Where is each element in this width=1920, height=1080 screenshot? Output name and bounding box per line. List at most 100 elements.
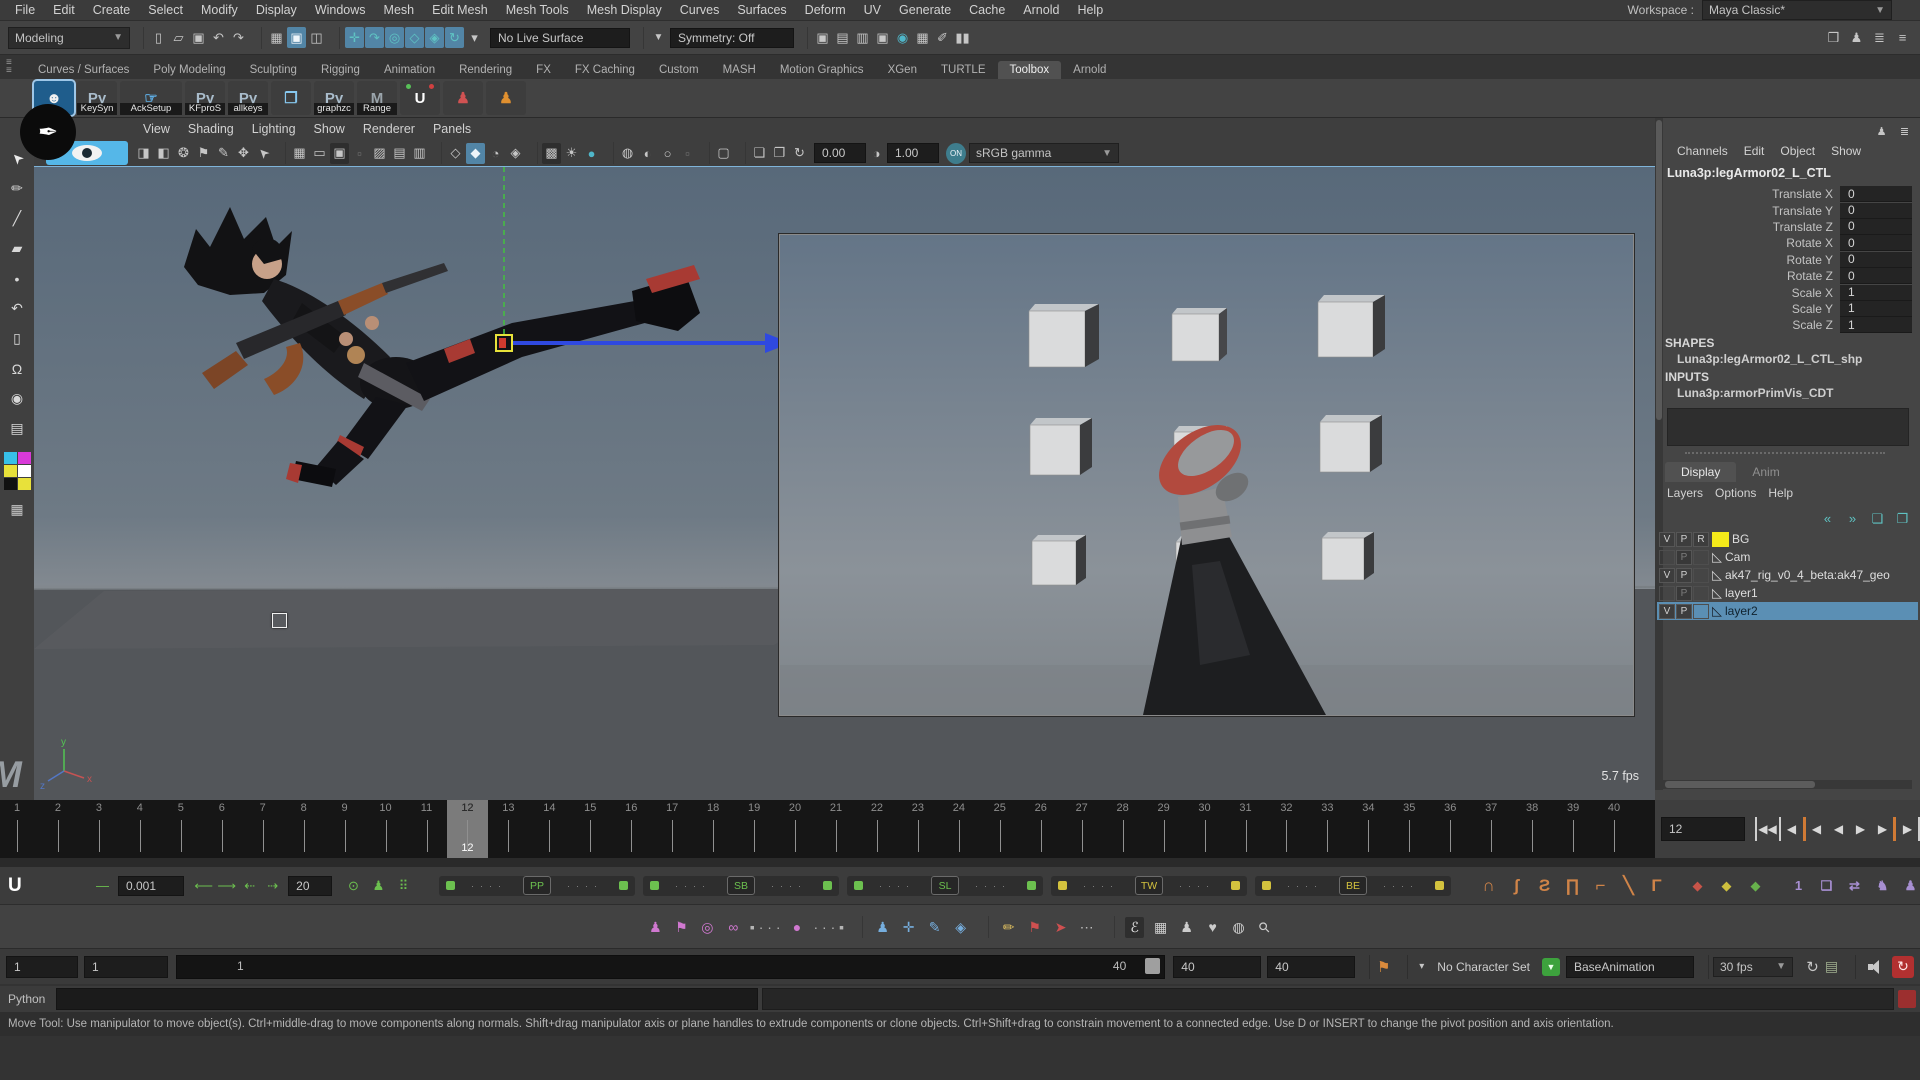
xray-icon[interactable]: ❏ <box>750 143 769 164</box>
camera-icon[interactable]: ◉ <box>8 388 27 409</box>
frame-number[interactable]: 31 <box>1231 802 1261 814</box>
pen-tool-overlay-icon[interactable]: ✒ <box>20 104 76 160</box>
panel-divider[interactable] <box>1685 452 1885 454</box>
frame-number[interactable]: 12 <box>452 802 482 814</box>
grid-dots-icon[interactable]: ⠿ <box>394 875 413 896</box>
list-icon[interactable]: ≣ <box>1895 121 1914 142</box>
pencil-yellow-icon[interactable]: ✏ <box>999 917 1018 938</box>
menu-item[interactable]: Surfaces <box>728 3 795 17</box>
frame-number[interactable]: 24 <box>944 802 974 814</box>
default-lighting-icon[interactable]: ☀ <box>562 143 581 164</box>
layer-name[interactable]: layer2 <box>1725 604 1758 618</box>
fps-dropdown[interactable]: 30 fps▼ <box>1713 957 1793 977</box>
shelf-tab[interactable]: MASH <box>711 61 768 79</box>
pose-library-icon[interactable]: ♟ <box>646 917 665 938</box>
mirror-pose-icon[interactable]: ⇄ <box>1845 875 1864 896</box>
flag-red-icon[interactable]: ⚑ <box>1025 917 1044 938</box>
open-scene-icon[interactable]: ▱ <box>169 27 188 48</box>
panel-menu-item[interactable]: Panels <box>424 122 480 136</box>
grease-pencil-icon[interactable]: ✎ <box>214 143 233 164</box>
film-gate-icon[interactable]: ▭ <box>310 143 329 164</box>
menu-item[interactable]: Deform <box>796 3 855 17</box>
play-backwards-button[interactable]: ◀ <box>1828 817 1849 841</box>
attribute-value-field[interactable]: 1 <box>1840 285 1912 301</box>
camera-inset-panel[interactable] <box>779 234 1634 716</box>
camera-gear-icon[interactable]: ❂ <box>174 143 193 164</box>
link-icon[interactable]: ∞ <box>724 917 743 938</box>
render-settings-icon[interactable]: ▣ <box>873 27 892 48</box>
visibility-cell[interactable]: V <box>1659 532 1675 547</box>
hotkey-1-icon[interactable]: 1 <box>1789 875 1808 896</box>
menu-item[interactable]: Mesh <box>375 3 424 17</box>
range-handle[interactable] <box>1145 958 1160 974</box>
frame-number[interactable]: 20 <box>780 802 810 814</box>
attribute-value-field[interactable]: 0 <box>1840 219 1912 235</box>
color-management-toggle[interactable]: ON <box>946 143 966 164</box>
input-node-name[interactable]: Luna3p:armorPrimVis_CDT <box>1677 386 1834 400</box>
menu-item[interactable]: Cache <box>960 3 1014 17</box>
acksetup-script-shelf-button[interactable]: ☞AckSetup <box>120 81 182 115</box>
motion-blur-icon[interactable]: ◐ <box>638 143 657 164</box>
layer-row-Cam[interactable]: P◺Cam <box>1657 548 1918 566</box>
layer-name[interactable]: BG <box>1732 532 1749 546</box>
bookmark-icon[interactable]: ⚑ <box>1374 956 1393 977</box>
channel-box-menu-item[interactable]: Show <box>1823 144 1869 158</box>
shelf-tab[interactable]: Poly Modeling <box>141 61 237 79</box>
sequence-render-icon[interactable]: ▦ <box>913 27 932 48</box>
frame-number[interactable]: 35 <box>1394 802 1424 814</box>
animbot-logo-shelf-button[interactable]: U <box>400 81 440 115</box>
frame-number[interactable]: 40 <box>1599 802 1629 814</box>
layer-row-layer1[interactable]: P◺layer1 <box>1657 584 1918 602</box>
playblast-icon[interactable]: ▤ <box>1822 956 1841 977</box>
toon-outline-icon[interactable]: ✐ <box>933 27 952 48</box>
attribute-value-field[interactable]: 0 <box>1840 235 1912 251</box>
camera-lock-icon[interactable]: ◧ <box>154 143 173 164</box>
shelf-tab[interactable]: Arnold <box>1061 61 1118 79</box>
eraser-icon[interactable]: ▰ <box>8 238 27 259</box>
chevron-down-icon[interactable]: ▾ <box>1412 956 1431 977</box>
playback-cell[interactable]: P <box>1676 604 1692 619</box>
prev-frame-icon[interactable]: ⟵ <box>194 875 213 896</box>
character-controls-icon[interactable]: ♟ <box>1847 27 1866 48</box>
undo-icon[interactable]: ↶ <box>209 27 228 48</box>
panel-menu-item[interactable]: View <box>134 122 179 136</box>
panel-menu-item[interactable]: Show <box>305 122 354 136</box>
frame-number[interactable]: 11 <box>412 802 442 814</box>
color-swatch[interactable] <box>18 465 31 477</box>
range-tool-shelf-button[interactable]: MRange <box>357 81 397 115</box>
character-icon[interactable]: ♟ <box>369 875 388 896</box>
frame-number[interactable]: 23 <box>903 802 933 814</box>
minus-icon[interactable]: — <box>93 875 112 896</box>
play-forwards-button[interactable]: ▶ <box>1850 817 1871 841</box>
frame-number[interactable]: 26 <box>1026 802 1056 814</box>
shape-node-name[interactable]: Luna3p:legArmor02_L_CTL_shp <box>1677 352 1862 366</box>
flat-tangent-icon[interactable]: ⌐ <box>1591 875 1610 896</box>
frame-number[interactable]: 5 <box>166 802 196 814</box>
color-swatches[interactable] <box>4 452 31 490</box>
frame-step-field[interactable]: 20 <box>288 876 332 896</box>
reference-cell[interactable] <box>1693 586 1709 601</box>
command-input[interactable] <box>56 988 758 1010</box>
menu-item[interactable]: Create <box>84 3 140 17</box>
go-to-end-button[interactable]: ▶ <box>1897 817 1920 841</box>
open-render-view-icon[interactable]: ▣ <box>813 27 832 48</box>
empty-layer-icon[interactable]: ❏ <box>1868 508 1887 529</box>
range-slider[interactable]: 1 40 <box>176 955 1165 979</box>
current-frame-field[interactable]: 12 <box>1661 817 1745 841</box>
pose-character-icon[interactable]: ♟ <box>1901 875 1920 896</box>
frame-number[interactable]: 34 <box>1353 802 1383 814</box>
menu-item[interactable]: Mesh Display <box>578 3 671 17</box>
line-tool-icon[interactable]: ╱ <box>8 208 27 229</box>
layer-row-layer2[interactable]: VP◺layer2 <box>1657 602 1918 620</box>
attribute-editor-icon[interactable]: ≡ <box>1893 27 1912 48</box>
frame-number[interactable]: 2 <box>43 802 73 814</box>
exposure-field[interactable]: 0.00 <box>814 143 866 163</box>
shelf-tab[interactable]: FX Caching <box>563 61 647 79</box>
exposure-icon[interactable]: ↻ <box>790 143 809 164</box>
shelf-tab[interactable]: TURTLE <box>929 61 998 79</box>
frame-number[interactable]: 1 <box>2 802 32 814</box>
shelf-tab[interactable]: XGen <box>876 61 929 79</box>
workspace-dropdown[interactable]: Maya Classic*▼ <box>1702 0 1892 20</box>
grid-icon[interactable]: ▦ <box>8 499 27 520</box>
color-swatch[interactable] <box>4 478 17 490</box>
